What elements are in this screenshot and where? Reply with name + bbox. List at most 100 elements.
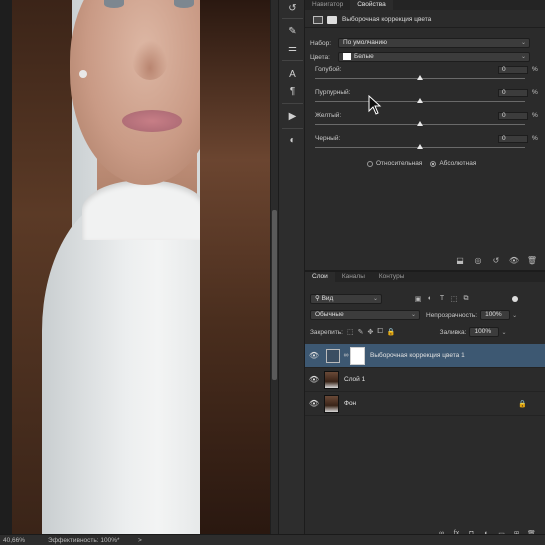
- opacity-input[interactable]: 100%: [480, 310, 511, 320]
- slider-value-input[interactable]: 0: [498, 112, 528, 120]
- mask-icon[interactable]: [327, 15, 337, 24]
- lock-icon: 🔒: [518, 400, 527, 408]
- percent-unit: %: [532, 135, 538, 142]
- tab-channels[interactable]: Каналы: [335, 272, 372, 282]
- fill-label: Заливка:: [439, 328, 467, 336]
- tab-layers[interactable]: Слои: [305, 272, 335, 282]
- trash-icon[interactable]: 🗑: [525, 256, 539, 265]
- slider-label: Пурпурный:: [315, 89, 351, 96]
- layer-name[interactable]: Выборочная коррекция цвета 1: [370, 352, 465, 359]
- radio-relative[interactable]: [367, 160, 373, 167]
- slider-value-input[interactable]: 0: [498, 89, 528, 97]
- layer-row-layer-1[interactable]: 👁 Слой 1: [305, 368, 545, 392]
- lock-pixels-icon[interactable]: ⬚: [347, 328, 354, 336]
- slider-handle[interactable]: [417, 121, 423, 126]
- slider-magenta: Пурпурный: 0 %: [315, 89, 538, 111]
- layer-row-selective-color[interactable]: 👁 ∞ Выборочная коррекция цвета 1: [305, 344, 545, 368]
- slider-value-input[interactable]: 0: [498, 66, 528, 74]
- tab-paths[interactable]: Контуры: [372, 272, 412, 282]
- visibility-eye-icon[interactable]: 👁: [305, 399, 323, 408]
- status-menu-arrow[interactable]: >: [138, 537, 148, 544]
- slider-label: Голубой:: [315, 66, 342, 73]
- filter-toggle[interactable]: [512, 296, 518, 302]
- chevron-down-icon: ⌄: [372, 296, 378, 302]
- properties-header: Выборочная коррекция цвета: [305, 12, 545, 28]
- slider-label: Черный:: [315, 135, 341, 142]
- lock-paint-icon[interactable]: ✎: [358, 328, 364, 336]
- layer-name[interactable]: Слой 1: [344, 376, 365, 383]
- lock-position-icon[interactable]: ✥: [367, 328, 373, 336]
- divider: [282, 18, 303, 19]
- preset-row: Набор: По умолчанию ⌄: [310, 38, 530, 48]
- mouse-cursor-icon: [368, 95, 382, 115]
- shirt-collar: [82, 180, 207, 240]
- tab-properties[interactable]: Свойства: [350, 0, 393, 10]
- slider-handle[interactable]: [417, 75, 423, 80]
- adjustment-filter-icon[interactable]: ◐: [424, 295, 436, 303]
- lock-label: Закрепить:: [310, 328, 343, 336]
- preset-select[interactable]: По умолчанию ⌄: [338, 38, 530, 48]
- properties-panel: Навигатор Свойства Выборочная коррекция …: [305, 0, 545, 270]
- visibility-eye-icon[interactable]: 👁: [305, 351, 323, 360]
- type-icon[interactable]: A: [285, 68, 300, 81]
- adjust-icon[interactable]: ◐: [285, 134, 300, 147]
- lock-artboard-icon[interactable]: ⧠: [377, 328, 383, 336]
- opacity-label: Непрозрачность:: [426, 311, 478, 319]
- document-canvas[interactable]: [0, 0, 278, 534]
- reset-icon[interactable]: ↺: [489, 256, 503, 265]
- divider: [282, 60, 303, 61]
- selective-color-adjustment-icon: [326, 348, 340, 363]
- layer-name[interactable]: Фон: [344, 400, 356, 407]
- zoom-level[interactable]: 40,66%: [3, 537, 48, 544]
- type-filter-icon[interactable]: T: [436, 295, 448, 303]
- play-icon[interactable]: ▶: [285, 110, 300, 123]
- efficiency-readout: Эффективность: 100%*: [48, 536, 120, 544]
- clip-to-layer-icon[interactable]: ⬓: [453, 256, 467, 265]
- layer-row-background[interactable]: 👁 Фон 🔒: [305, 392, 545, 416]
- blend-mode-select[interactable]: Обычные ⌄: [310, 310, 420, 320]
- slider-handle[interactable]: [417, 98, 423, 103]
- filter-icons: ▣ ◐ T ⬚ ⧉: [412, 295, 472, 303]
- preset-label: Набор:: [310, 39, 332, 47]
- chevron-down-icon[interactable]: ⌄: [512, 312, 517, 319]
- layer-mask-thumbnail[interactable]: [350, 346, 365, 365]
- visibility-eye-icon[interactable]: 👁: [305, 375, 323, 384]
- tab-navigator[interactable]: Навигатор: [305, 0, 350, 10]
- pixel-filter-icon[interactable]: ▣: [412, 295, 424, 303]
- layer-thumbnail: [324, 394, 339, 413]
- shape-filter-icon[interactable]: ⬚: [448, 295, 460, 303]
- view-previous-icon[interactable]: ◎: [471, 256, 485, 265]
- method-radios: Относительная Абсолютная: [367, 160, 476, 167]
- properties-footer: ⬓ ◎ ↺ 👁 🗑: [305, 252, 545, 268]
- link-chain-icon[interactable]: ∞: [342, 352, 350, 359]
- blend-row: Обычные ⌄ Непрозрачность: 100% ⌄: [310, 310, 517, 320]
- smart-object-filter-icon[interactable]: ⧉: [460, 295, 472, 303]
- visibility-eye-icon[interactable]: 👁: [507, 256, 521, 265]
- history-icon[interactable]: ↺: [285, 2, 300, 15]
- colors-select[interactable]: Белые ⌄: [338, 52, 530, 62]
- paragraph-icon[interactable]: ¶: [285, 85, 300, 98]
- radio-absolute[interactable]: [430, 160, 437, 167]
- fill-input[interactable]: 100%: [469, 327, 500, 337]
- filter-kind-select[interactable]: ⚲ Вид ⌄: [310, 294, 382, 304]
- lock-all-icon[interactable]: 🔒: [387, 328, 396, 336]
- sliders-icon[interactable]: ⚌: [285, 42, 300, 55]
- chevron-down-icon[interactable]: ⌄: [501, 329, 506, 336]
- radio-relative-label: Относительная: [376, 160, 423, 167]
- scrollbar-thumb[interactable]: [272, 210, 277, 380]
- layers-panel: Слои Каналы Контуры ⚲ Вид ⌄ ▣ ◐ T ⬚ ⧉ Об…: [305, 270, 545, 538]
- slider-cyan: Голубой: 0 %: [315, 66, 538, 88]
- brush-icon[interactable]: ✎: [285, 25, 300, 38]
- layers-tabs: Слои Каналы Контуры: [305, 272, 545, 282]
- divider: [282, 128, 303, 129]
- adjustment-layer-icon[interactable]: [313, 15, 323, 24]
- face: [70, 0, 220, 185]
- right-eye: [174, 0, 194, 8]
- chevron-down-icon: ⌄: [410, 312, 416, 318]
- filter-kind-value: Вид: [321, 295, 334, 302]
- slider-handle[interactable]: [417, 144, 423, 149]
- fill-value: 100%: [474, 328, 492, 335]
- canvas-vertical-scrollbar[interactable]: [271, 0, 278, 534]
- slider-value-input[interactable]: 0: [498, 135, 528, 143]
- chevron-down-icon: ⌄: [520, 54, 526, 60]
